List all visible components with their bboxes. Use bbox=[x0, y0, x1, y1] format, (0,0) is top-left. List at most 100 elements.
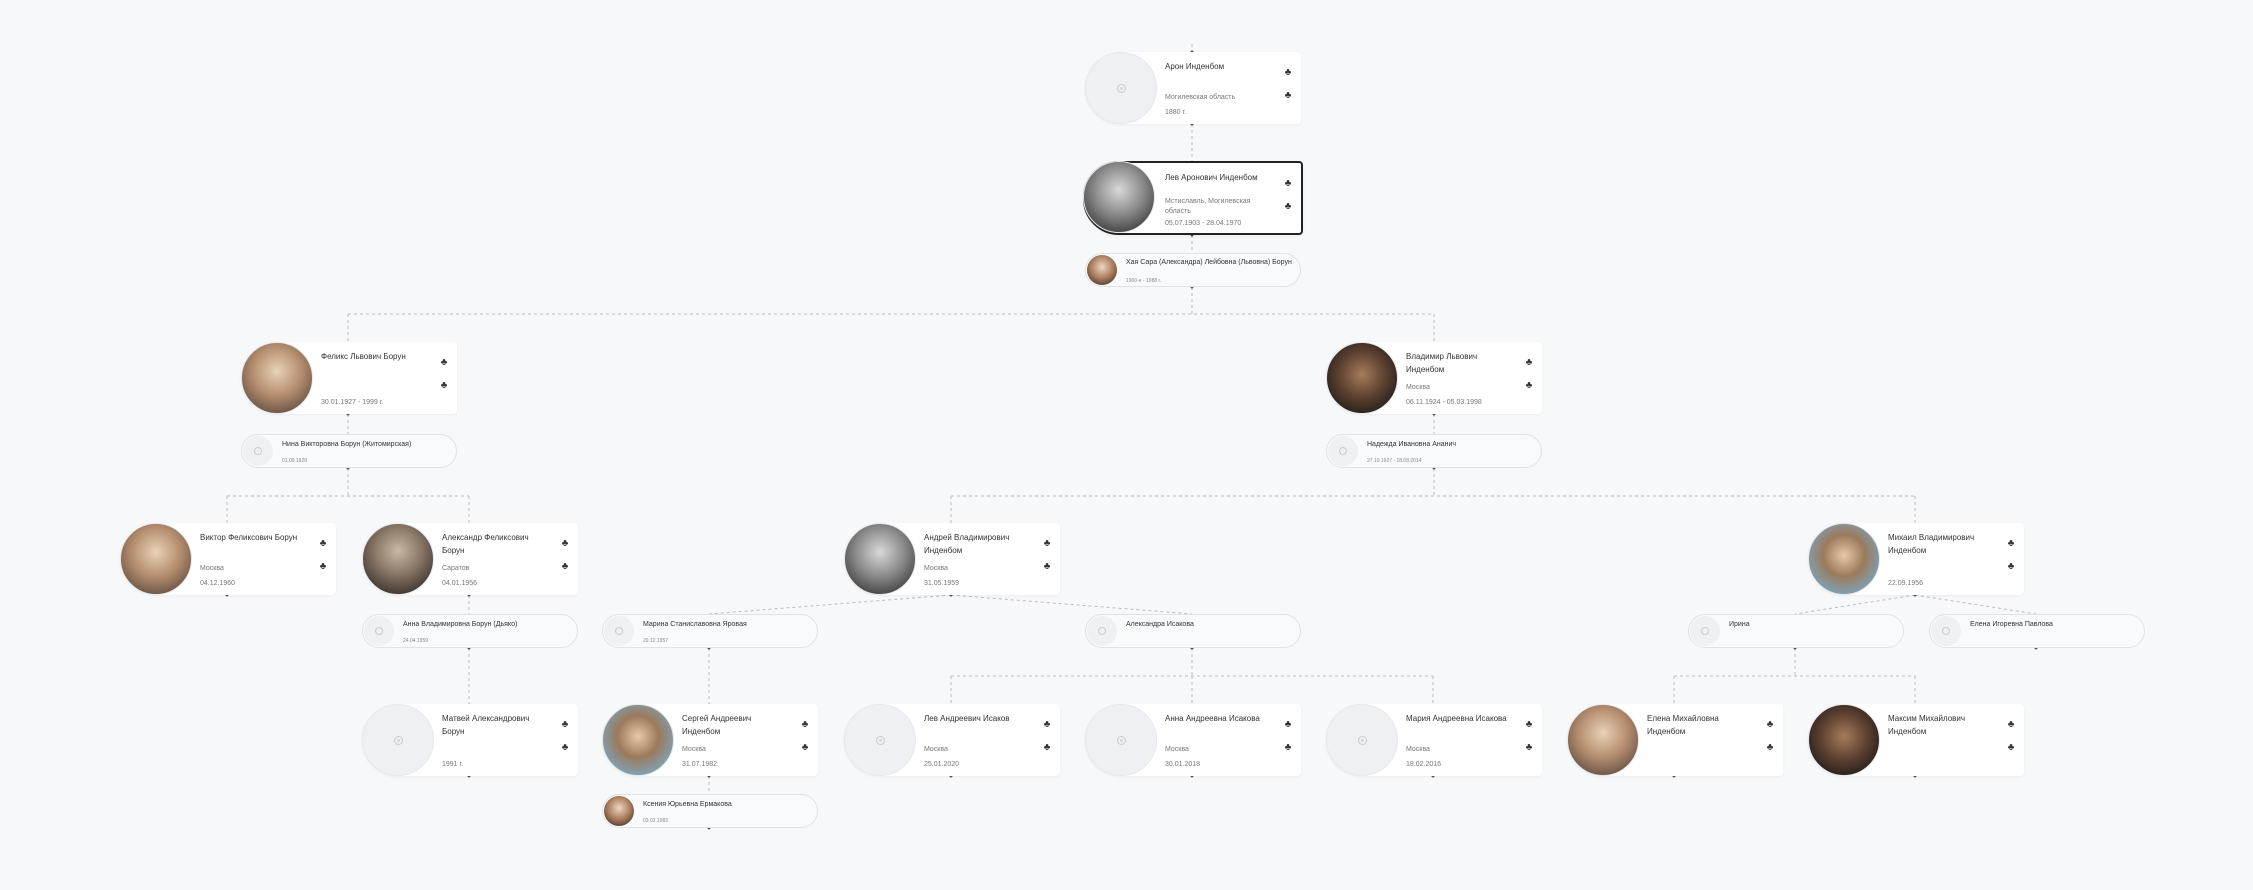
family-tree-icon[interactable]: ♣ bbox=[1522, 741, 1536, 755]
family-tree-icon[interactable]: ♣ bbox=[2004, 537, 2018, 551]
spouse-card-marina[interactable]: Марина Станиславовна Яровая 29.12.1957 bbox=[602, 614, 818, 648]
person-name: Лев Андреевич Исаков bbox=[924, 714, 1010, 723]
person-name: Анна Андреевна Исакова bbox=[1165, 714, 1260, 723]
person-card-andrey[interactable]: Андрей Владимирович Инденбом Москва 31.0… bbox=[844, 523, 1060, 595]
avatar bbox=[1328, 436, 1358, 466]
empty-avatar-icon bbox=[615, 627, 623, 635]
family-tree-icon[interactable]: ♣ bbox=[798, 718, 812, 732]
person-name: Владимир Львович Инденбом bbox=[1406, 352, 1478, 374]
avatar bbox=[604, 616, 634, 646]
spouse-dates: 1900-е - 1988 г. bbox=[1126, 278, 1162, 284]
spouse-card-nadezhda[interactable]: Надежда Ивановна Ананич 27.10.1927 - 18.… bbox=[1326, 434, 1542, 468]
spouse-card-irina[interactable]: Ирина bbox=[1688, 614, 1904, 648]
spouse-dates: 27.10.1927 - 18.08.2014 bbox=[1367, 458, 1422, 464]
family-tree-icon[interactable]: ♣ bbox=[558, 741, 572, 755]
family-tree-icon[interactable]: ♣ bbox=[2004, 718, 2018, 732]
spouse-card-nina[interactable]: Нина Викторовна Борун (Житомирская) 01.0… bbox=[241, 434, 457, 468]
family-tree-icon[interactable]: ♣ bbox=[1281, 718, 1295, 732]
person-card-maria-isakova[interactable]: Мария Андреевна Исакова Москва 18.02.201… bbox=[1326, 704, 1542, 776]
avatar bbox=[362, 523, 434, 595]
family-tree-icon[interactable]: ♣ bbox=[798, 741, 812, 755]
avatar bbox=[1083, 161, 1155, 233]
person-place: Москва bbox=[200, 565, 224, 572]
person-name: Виктор Феликсович Борун bbox=[200, 533, 298, 542]
avatar bbox=[1567, 704, 1639, 776]
family-tree-icon[interactable]: ♣ bbox=[1040, 741, 1054, 755]
family-tree-icon[interactable]: ♣ bbox=[1281, 66, 1295, 80]
spouse-name: Ксения Юрьевна Ермакова bbox=[643, 801, 732, 808]
spouse-card-anna-dyako[interactable]: Анна Владимировна Борун (Дьяко) 24.04.19… bbox=[362, 614, 578, 648]
empty-avatar-icon bbox=[1942, 627, 1950, 635]
family-tree-icon[interactable]: ♣ bbox=[316, 560, 330, 574]
avatar bbox=[1808, 704, 1880, 776]
spouse-name: Нина Викторовна Борун (Житомирская) bbox=[282, 441, 412, 448]
family-tree-icon[interactable]: ♣ bbox=[2004, 560, 2018, 574]
person-card-felix[interactable]: Феликс Львович Борун 30.01.1927 - 1999 г… bbox=[241, 342, 457, 414]
family-tree-icon[interactable]: ♣ bbox=[558, 537, 572, 551]
person-dates: 04.01.1956 bbox=[442, 580, 478, 587]
person-card-elena-indenbom[interactable]: Елена Михайловна Инденбом ♣ ♣ bbox=[1567, 704, 1783, 776]
family-tree-icon[interactable]: ♣ bbox=[1281, 177, 1295, 191]
family-tree-icon[interactable]: ♣ bbox=[1522, 718, 1536, 732]
person-name: Елена Михайловна Инденбом bbox=[1647, 714, 1719, 736]
empty-avatar-icon bbox=[1701, 627, 1709, 635]
avatar bbox=[604, 796, 634, 826]
avatar bbox=[1808, 523, 1880, 595]
person-place: Москва bbox=[1406, 384, 1430, 391]
family-tree-icon[interactable]: ♣ bbox=[437, 356, 451, 370]
family-tree-icon[interactable]: ♣ bbox=[1763, 718, 1777, 732]
family-tree-icon[interactable]: ♣ bbox=[1281, 741, 1295, 755]
avatar bbox=[1326, 704, 1398, 776]
empty-avatar-icon bbox=[1339, 447, 1347, 455]
person-place: Москва bbox=[1165, 746, 1189, 753]
person-card-lev-selected[interactable]: Лев Аронович Инденбом Мстиславль, Могиле… bbox=[1083, 161, 1303, 235]
family-tree-icon[interactable]: ♣ bbox=[316, 537, 330, 551]
person-card-aron[interactable]: Арон Инденбом Могилевская область 1880 г… bbox=[1085, 52, 1301, 124]
family-tree-icon[interactable]: ♣ bbox=[1040, 537, 1054, 551]
spouse-card-kseniya[interactable]: Ксения Юрьевна Ермакова 03.02.1983 bbox=[602, 794, 818, 828]
spouse-name: Марина Станиславовна Яровая bbox=[643, 621, 747, 628]
spouse-dates: 03.02.1983 bbox=[643, 818, 669, 824]
family-tree-icon[interactable]: ♣ bbox=[558, 560, 572, 574]
family-tree-icon[interactable]: ♣ bbox=[558, 718, 572, 732]
family-tree-icon[interactable]: ♣ bbox=[1522, 356, 1536, 370]
person-card-sergey[interactable]: Сергей Андреевич Инденбом Москва 31.07.1… bbox=[602, 704, 818, 776]
spouse-name: Александра Исакова bbox=[1126, 621, 1194, 628]
avatar bbox=[243, 436, 273, 466]
family-tree-icon[interactable]: ♣ bbox=[1522, 379, 1536, 393]
spouse-card-elena-pavlova[interactable]: Елена Игоревна Павлова bbox=[1929, 614, 2145, 648]
family-tree-icon[interactable]: ♣ bbox=[1040, 560, 1054, 574]
person-card-aleksandr[interactable]: Александр Феликсович Борун Саратов 04.01… bbox=[362, 523, 578, 595]
avatar bbox=[120, 523, 192, 595]
empty-avatar-icon bbox=[394, 736, 403, 745]
person-name: Сергей Андреевич Инденбом bbox=[682, 714, 752, 736]
spouse-name: Ирина bbox=[1729, 621, 1750, 628]
empty-avatar-icon bbox=[1098, 627, 1106, 635]
person-name: Мария Андреевна Исакова bbox=[1406, 714, 1507, 723]
family-tree-icon[interactable]: ♣ bbox=[1040, 718, 1054, 732]
person-card-lev-isakov[interactable]: Лев Андреевич Исаков Москва 25.01.2020 ♣… bbox=[844, 704, 1060, 776]
family-tree-icon[interactable]: ♣ bbox=[1763, 741, 1777, 755]
family-tree-icon[interactable]: ♣ bbox=[437, 379, 451, 393]
avatar bbox=[1085, 704, 1157, 776]
family-tree-icon[interactable]: ♣ bbox=[1281, 200, 1295, 214]
spouse-card-aleksandra[interactable]: Александра Исакова bbox=[1085, 614, 1301, 648]
person-place: Мстиславль, Могилевская область bbox=[1165, 198, 1251, 215]
person-card-maksim[interactable]: Максим Михайлович Инденбом ♣ ♣ bbox=[1808, 704, 2024, 776]
spouse-card-khaya[interactable]: Хая Сара (Александра) Лейбовна (Львовна)… bbox=[1085, 253, 1301, 287]
family-tree-icon[interactable]: ♣ bbox=[2004, 741, 2018, 755]
avatar bbox=[844, 704, 916, 776]
person-card-viktor[interactable]: Виктор Феликсович Борун Москва 04.12.196… bbox=[120, 523, 336, 595]
person-place: Могилевская область bbox=[1165, 94, 1236, 101]
avatar bbox=[362, 704, 434, 776]
person-dates: 1991 г. bbox=[442, 761, 464, 768]
person-card-vladimir[interactable]: Владимир Львович Инденбом Москва 06.11.1… bbox=[1326, 342, 1542, 414]
empty-avatar-icon bbox=[375, 627, 383, 635]
person-name: Феликс Львович Борун bbox=[321, 352, 406, 361]
person-name: Арон Инденбом bbox=[1165, 62, 1225, 71]
person-card-mikhail[interactable]: Михаил Владимирович Инденбом 22.09.1956 … bbox=[1808, 523, 2024, 595]
avatar bbox=[1931, 616, 1961, 646]
family-tree-icon[interactable]: ♣ bbox=[1281, 89, 1295, 103]
person-card-matvey[interactable]: Матвей Александрович Борун 1991 г. ♣ ♣ bbox=[362, 704, 578, 776]
person-card-anna-isakova[interactable]: Анна Андреевна Исакова Москва 30.01.2018… bbox=[1085, 704, 1301, 776]
